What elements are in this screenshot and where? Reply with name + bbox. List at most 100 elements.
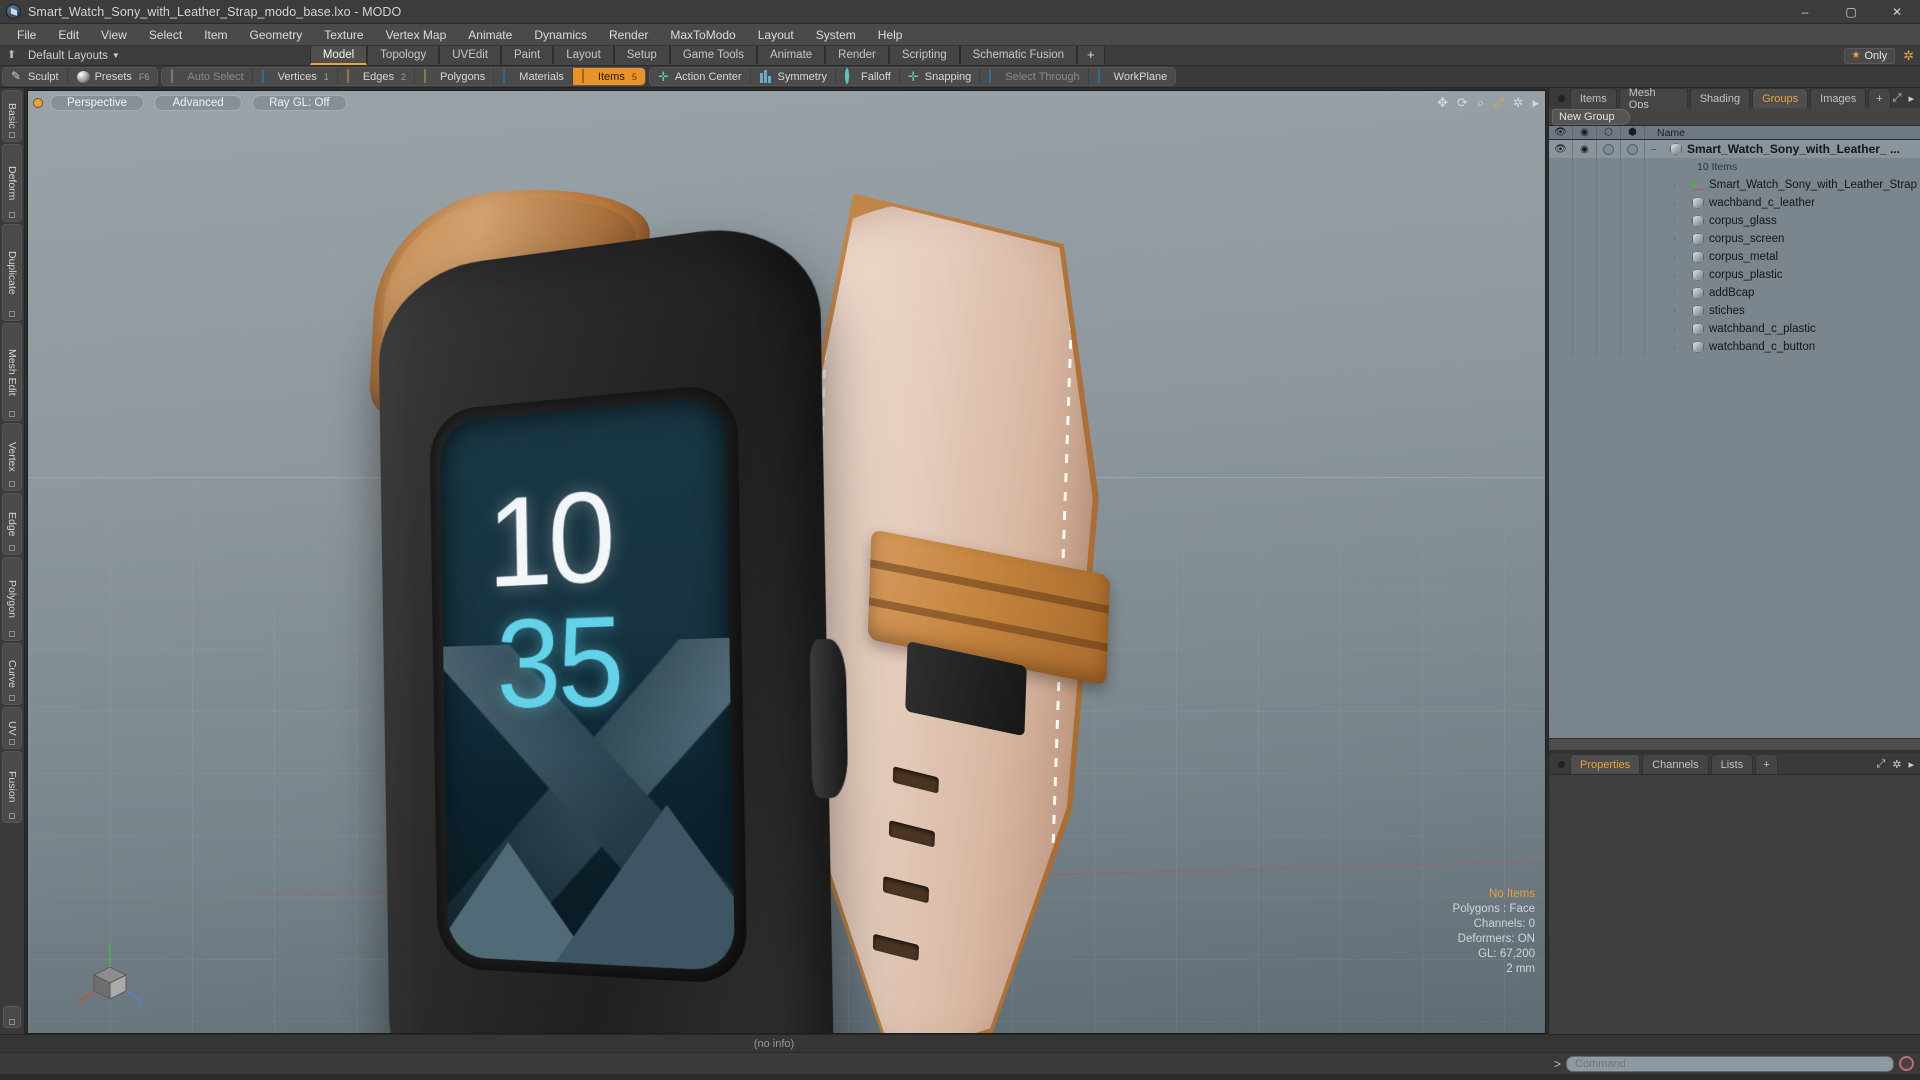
tab-paint[interactable]: Paint [501, 46, 553, 65]
list-item[interactable]: · addBcap [1549, 284, 1920, 302]
list-item-root[interactable]: 👁 ◉ – Smart_Watch_Sony_with_Leather_ ... [1549, 140, 1920, 158]
chevron-right-icon[interactable]: ▸ [1908, 92, 1914, 105]
chevron-down-icon[interactable]: ▼ [112, 51, 120, 60]
column-lock-1[interactable]: ⬡ [1597, 126, 1621, 139]
menu-render[interactable]: Render [598, 25, 659, 45]
sidebar-item-fusion[interactable]: Fusion [2, 751, 22, 823]
menu-system[interactable]: System [805, 25, 867, 45]
menu-file[interactable]: File [6, 25, 47, 45]
tab-schematic-fusion[interactable]: Schematic Fusion [960, 46, 1077, 65]
list-item[interactable]: · wachband_c_leather [1549, 194, 1920, 212]
sidebar-item-edge[interactable]: Edge [2, 493, 22, 555]
viewport-perspective-button[interactable]: Perspective [50, 95, 144, 111]
materials-button[interactable]: Materials [494, 68, 573, 85]
item-list-horizontal-scrollbar[interactable] [1549, 738, 1920, 750]
tab-mesh-ops[interactable]: Mesh Ops [1619, 88, 1688, 108]
list-item[interactable]: · corpus_glass [1549, 212, 1920, 230]
column-render[interactable]: ◉ [1573, 126, 1597, 139]
sculpt-button[interactable]: ✎ Sculpt [3, 68, 68, 85]
menu-view[interactable]: View [90, 25, 138, 45]
tab-setup[interactable]: Setup [614, 46, 670, 65]
tab-images[interactable]: Images [1810, 88, 1866, 108]
menu-help[interactable]: Help [867, 25, 914, 45]
tab-layout[interactable]: Layout [553, 46, 614, 65]
minimize-button[interactable]: – [1782, 0, 1828, 24]
items-button[interactable]: Items 5 [573, 68, 645, 85]
tree-expand-icon[interactable]: – [1651, 144, 1665, 155]
add-props-tab-button[interactable]: + [1755, 754, 1777, 774]
tab-topology[interactable]: Topology [367, 46, 439, 65]
tab-model[interactable]: Model [310, 46, 367, 65]
new-group-button[interactable]: New Group [1552, 109, 1630, 125]
auto-select-button[interactable]: Auto Select [162, 68, 252, 85]
tab-properties[interactable]: Properties [1570, 754, 1640, 774]
viewport-raygl-button[interactable]: Ray GL: Off [252, 95, 347, 111]
presets-button[interactable]: Presets F6 [68, 68, 158, 85]
expand-icon[interactable]: ⤢ [1893, 92, 1902, 105]
list-item[interactable]: · corpus_screen [1549, 230, 1920, 248]
menu-vertex-map[interactable]: Vertex Map [375, 25, 458, 45]
tab-lists[interactable]: Lists [1711, 754, 1754, 774]
panel-menu-dot-icon[interactable] [1558, 95, 1565, 102]
workplane-button[interactable]: WorkPlane [1089, 68, 1176, 85]
vertices-button[interactable]: Vertices 1 [253, 68, 338, 85]
fit-icon[interactable]: ⤢ [1493, 95, 1503, 111]
column-lock-2[interactable]: ⬢ [1621, 126, 1645, 139]
edges-button[interactable]: Edges 2 [338, 68, 415, 85]
sidebar-item-curve[interactable]: Curve [2, 643, 22, 705]
menu-item[interactable]: Item [193, 25, 238, 45]
active-dot-icon[interactable] [34, 99, 42, 107]
group-item-list[interactable]: 👁 ◉ – Smart_Watch_Sony_with_Leather_ ... [1549, 140, 1920, 738]
menu-layout[interactable]: Layout [747, 25, 805, 45]
axis-gizmo[interactable]: y x z [76, 941, 146, 1011]
record-icon[interactable] [1899, 1056, 1914, 1071]
tab-groups[interactable]: Groups [1752, 88, 1808, 108]
chevron-right-icon[interactable]: ▸ [1908, 758, 1914, 771]
tab-shading[interactable]: Shading [1690, 88, 1750, 108]
list-item[interactable]: · corpus_plastic [1549, 266, 1920, 284]
tab-scripting[interactable]: Scripting [889, 46, 960, 65]
menu-geometry[interactable]: Geometry [239, 25, 314, 45]
tab-game-tools[interactable]: Game Tools [670, 46, 757, 65]
command-input[interactable] [1566, 1056, 1894, 1072]
rotate-icon[interactable]: ⟳ [1457, 95, 1468, 111]
list-item[interactable]: · corpus_metal [1549, 248, 1920, 266]
row-lock-1-toggle[interactable] [1597, 140, 1621, 158]
tab-channels[interactable]: Channels [1642, 754, 1708, 774]
move-icon[interactable]: ✥ [1437, 95, 1448, 111]
snapping-button[interactable]: ✛ Snapping [900, 68, 981, 85]
sidebar-item-polygon[interactable]: Polygon [2, 557, 22, 641]
menu-select[interactable]: Select [138, 25, 193, 45]
column-visible[interactable]: 👁 [1549, 126, 1573, 139]
viewport-shading-button[interactable]: Advanced [154, 95, 242, 111]
sidebar-item-mesh-edit[interactable]: Mesh Edit [2, 323, 22, 421]
menu-dynamics[interactable]: Dynamics [523, 25, 598, 45]
tab-render[interactable]: Render [825, 46, 889, 65]
list-item[interactable]: · watchband_c_button [1549, 338, 1920, 356]
expand-icon[interactable]: ⤢ [1876, 758, 1885, 771]
add-tab-button[interactable]: + [1077, 46, 1105, 65]
row-visible-toggle[interactable]: 👁 [1549, 140, 1573, 158]
tab-animate[interactable]: Animate [757, 46, 825, 65]
sidebar-item-duplicate[interactable]: Duplicate [2, 224, 22, 321]
menu-animate[interactable]: Animate [457, 25, 523, 45]
list-item[interactable]: · stiches [1549, 302, 1920, 320]
maximize-button[interactable]: ▢ [1828, 0, 1874, 24]
add-panel-tab-button[interactable]: + [1868, 88, 1890, 108]
list-item[interactable]: · watchband_c_plastic [1549, 320, 1920, 338]
sidebar-item-basic[interactable]: Basic [2, 90, 22, 142]
menu-maxtomodo[interactable]: MaxToModo [659, 25, 746, 45]
gear-icon[interactable]: ✲ [1513, 95, 1524, 111]
gear-icon[interactable]: ✲ [1903, 48, 1914, 64]
chevron-right-icon[interactable]: ▸ [1532, 95, 1539, 111]
tab-uvedit[interactable]: UVEdit [439, 46, 501, 65]
gear-icon[interactable]: ✲ [1892, 758, 1901, 771]
list-item[interactable]: · Smart_Watch_Sony_with_Leather_Strap [1549, 176, 1920, 194]
strip-options-button[interactable] [3, 1006, 21, 1028]
polygons-button[interactable]: Polygons [415, 68, 494, 85]
viewport-3d[interactable]: 10 35 Perspective Advanced Ray GL: Off ✥ [27, 90, 1546, 1034]
menu-edit[interactable]: Edit [47, 25, 90, 45]
menu-texture[interactable]: Texture [313, 25, 374, 45]
pin-up-icon[interactable] [6, 49, 20, 63]
tab-items[interactable]: Items [1570, 88, 1617, 108]
